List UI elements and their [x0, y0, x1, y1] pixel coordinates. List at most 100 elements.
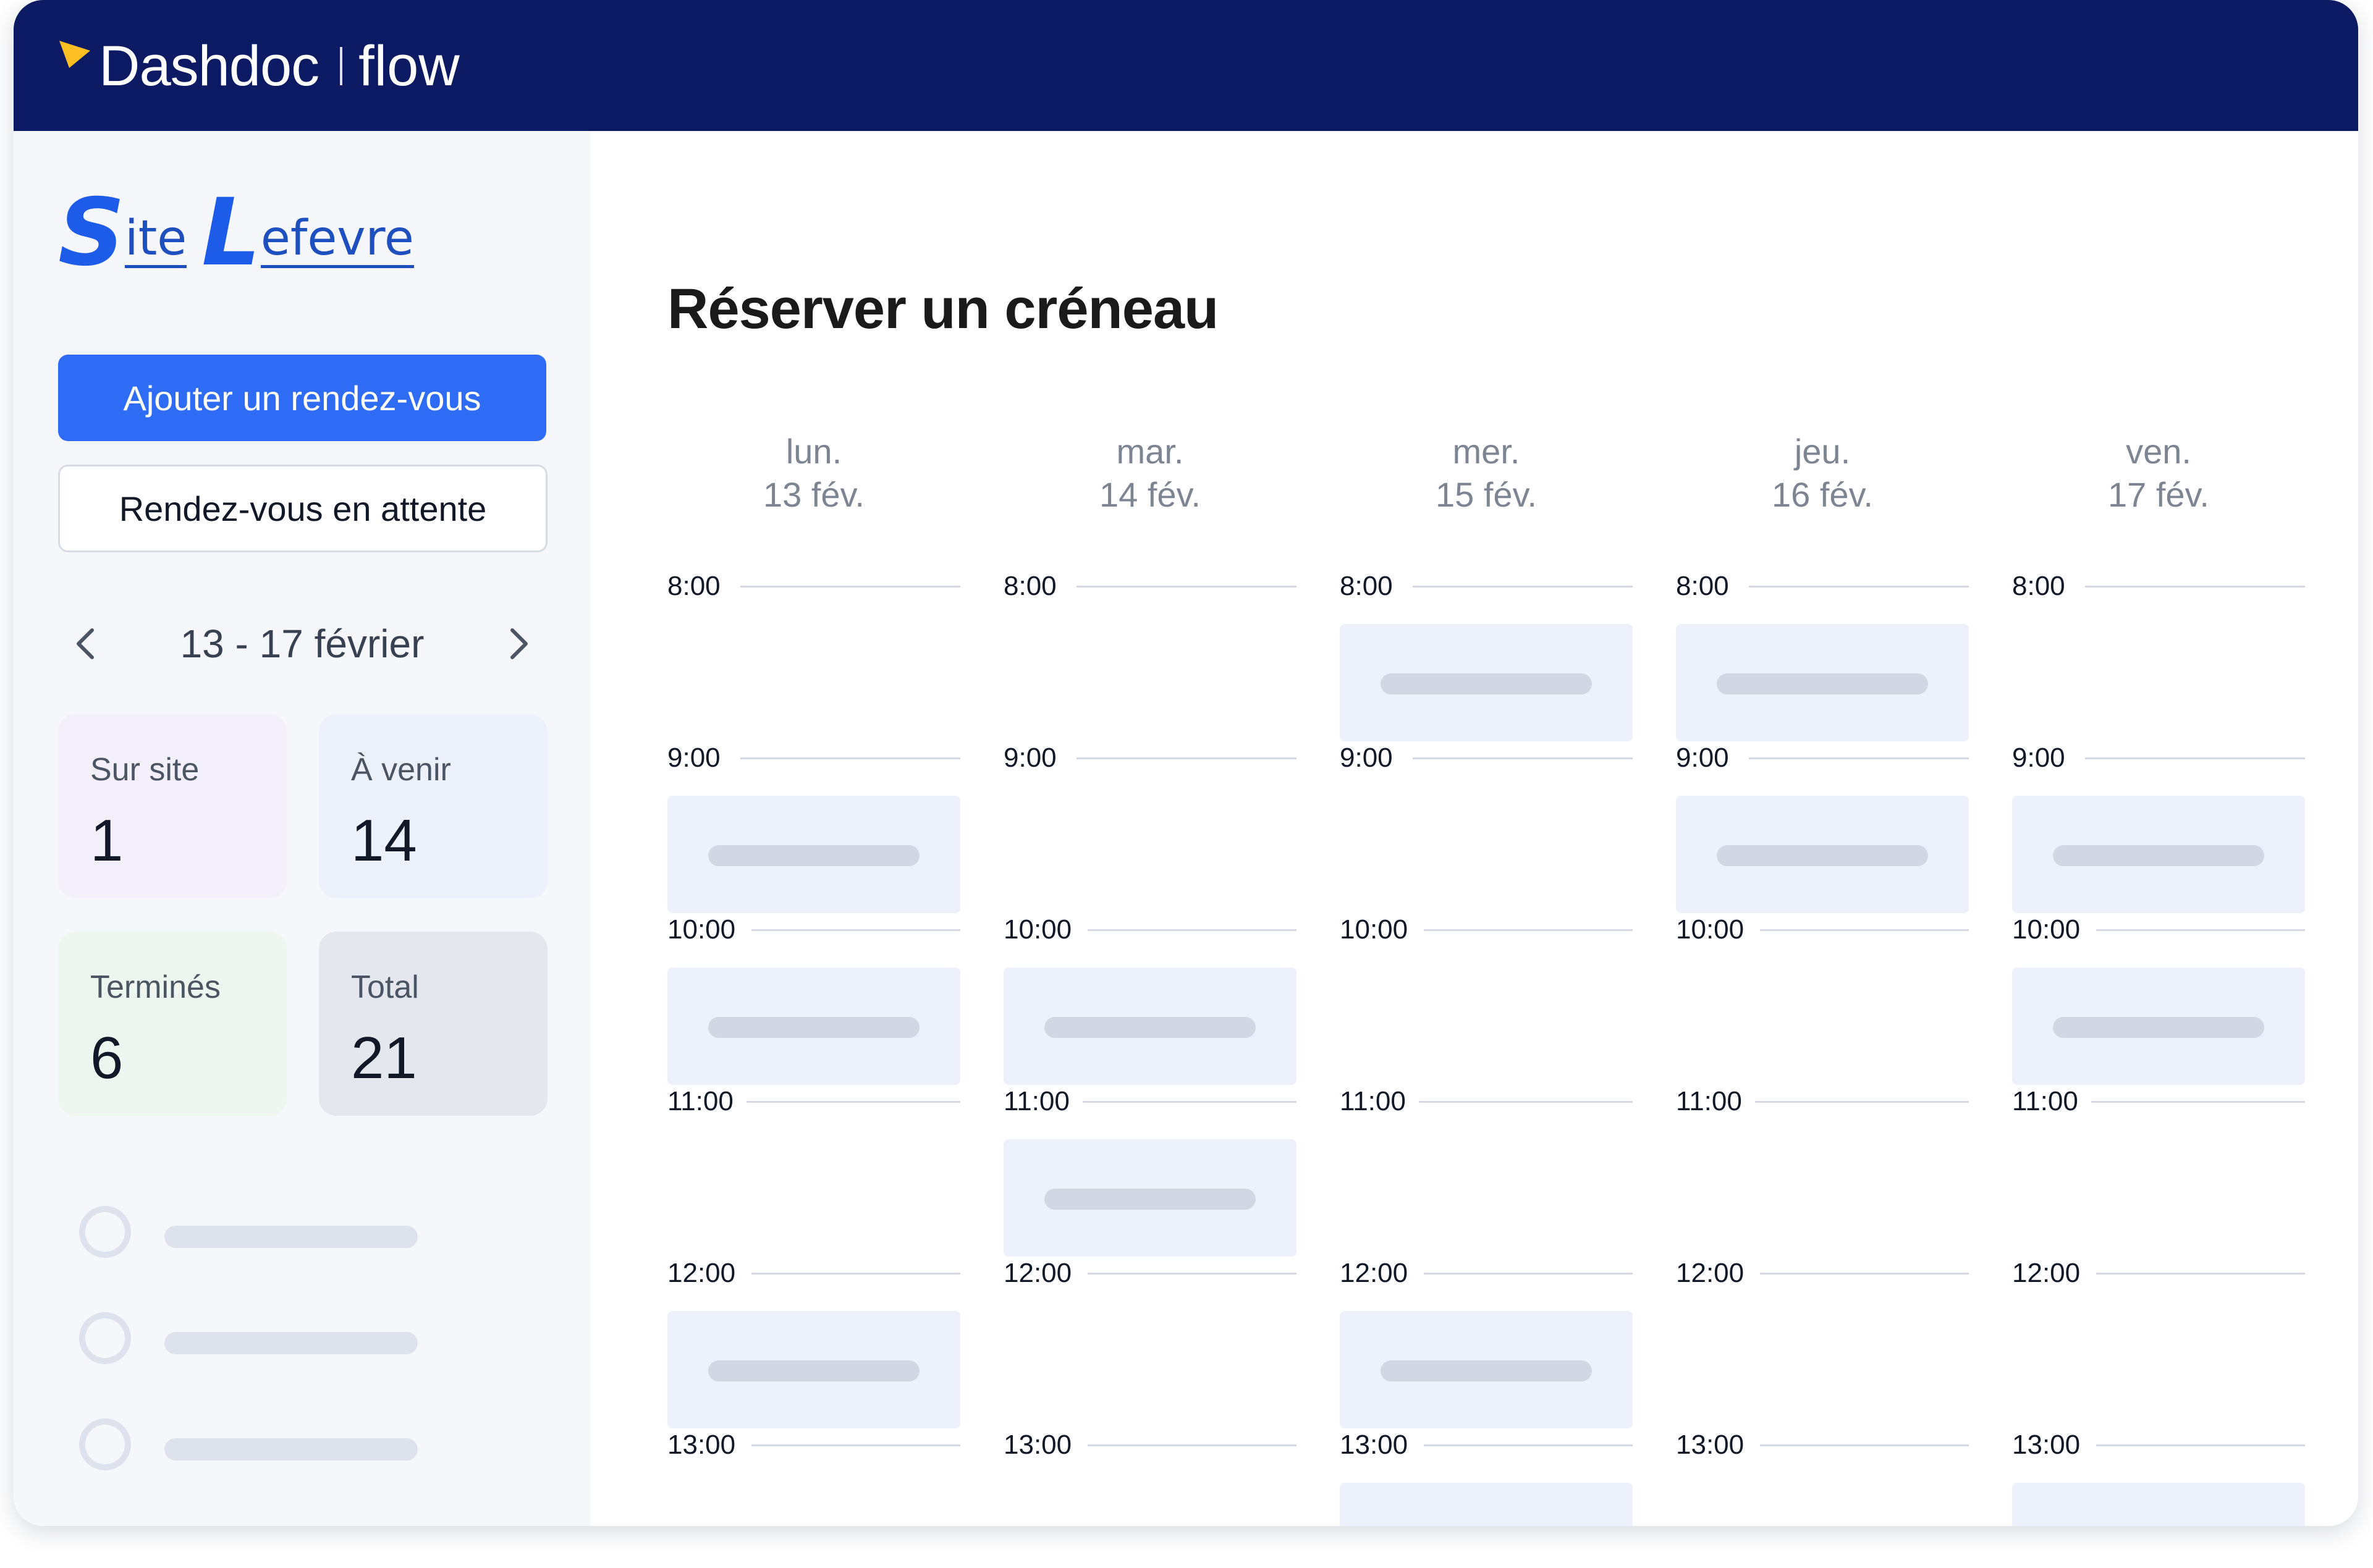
time-row: 12:00 [1676, 1254, 1969, 1291]
time-row: 8:00 [1676, 567, 1969, 604]
placeholder-avatar [79, 1418, 131, 1470]
time-label: 13:00 [1004, 1430, 1072, 1460]
day-header: ven. 17 fév. [2012, 430, 2305, 516]
slot-placeholder-bar [1044, 1189, 1256, 1210]
time-label: 12:00 [1340, 1258, 1408, 1288]
slot-placeholder-bar [2053, 845, 2264, 866]
time-label: 13:00 [2012, 1430, 2081, 1460]
day-date: 13 fév. [763, 475, 865, 514]
time-label: 10:00 [2012, 914, 2081, 945]
time-row: 12:00 [1340, 1254, 1633, 1291]
day-date: 14 fév. [1099, 475, 1201, 514]
time-row: 12:00 [2012, 1254, 2305, 1291]
day-of-week: lun. [785, 432, 842, 471]
day-header: mer. 15 fév. [1340, 430, 1633, 516]
available-slot[interactable] [667, 796, 960, 913]
day-date: 17 fév. [2108, 475, 2209, 514]
time-row: 11:00 [1676, 1082, 1969, 1119]
stat-upcoming[interactable]: À venir 14 [319, 714, 548, 898]
stat-label: Sur site [90, 752, 200, 788]
time-label: 11:00 [667, 1086, 734, 1116]
day-of-week: mer. [1452, 432, 1520, 471]
available-slot[interactable] [1340, 1483, 1633, 1526]
time-label: 10:00 [1676, 914, 1745, 945]
available-slot[interactable] [2012, 796, 2305, 913]
time-label: 10:00 [1340, 914, 1408, 945]
slot-placeholder-bar [1044, 1017, 1256, 1038]
time-label: 9:00 [1340, 743, 1393, 773]
time-label: 8:00 [1676, 571, 1729, 601]
time-label: 12:00 [2012, 1258, 2081, 1288]
time-row: 8:00 [667, 567, 960, 604]
site-logo-word-1: ite [125, 214, 187, 268]
brand-name: Dashdoc [99, 34, 319, 98]
stat-value: 14 [351, 807, 417, 874]
available-slot[interactable] [667, 1311, 960, 1428]
available-slot[interactable] [1340, 624, 1633, 741]
slot-placeholder-bar [708, 1017, 920, 1038]
time-label: 9:00 [2012, 743, 2065, 773]
available-slot[interactable] [667, 967, 960, 1085]
brand-logo[interactable]: Dashdoc flow [57, 32, 460, 100]
available-slot[interactable] [2012, 967, 2305, 1085]
site-logo-word-2: efevre [260, 214, 414, 268]
time-label: 12:00 [1676, 1258, 1745, 1288]
add-appointment-button[interactable]: Ajouter un rendez-vous [58, 355, 546, 441]
time-row: 13:00 [1340, 1426, 1633, 1463]
placeholder-list-item [79, 1312, 462, 1374]
placeholder-list-item [79, 1418, 462, 1480]
sidebar: S ite L efevre Ajouter un rendez-vous Re… [14, 131, 591, 1526]
time-row: 9:00 [1340, 739, 1633, 776]
available-slot[interactable] [1004, 1139, 1296, 1257]
time-row: 11:00 [1340, 1082, 1633, 1119]
time-row: 13:00 [667, 1426, 960, 1463]
page-title: Réserver un créneau [667, 277, 1219, 340]
time-row: 11:00 [1004, 1082, 1296, 1119]
chevron-left-icon[interactable] [58, 616, 114, 672]
slot-placeholder-bar [2053, 1017, 2264, 1038]
time-row: 10:00 [667, 911, 960, 948]
day-of-week: ven. [2126, 432, 2191, 471]
time-row: 11:00 [2012, 1082, 2305, 1119]
site-logo-initial-s: S [58, 179, 125, 287]
placeholder-text-bar [164, 1226, 418, 1248]
placeholder-list-item [79, 1206, 462, 1268]
time-label: 11:00 [1004, 1086, 1070, 1116]
available-slot[interactable] [1340, 1311, 1633, 1428]
stat-value: 6 [90, 1025, 124, 1091]
time-row: 10:00 [1004, 911, 1296, 948]
slot-placeholder-bar [708, 845, 920, 866]
slot-placeholder-bar [1717, 845, 1928, 866]
slot-placeholder-bar [1381, 673, 1592, 694]
available-slot[interactable] [1004, 967, 1296, 1085]
week-navigator: 13 - 17 février [58, 607, 546, 681]
time-label: 9:00 [1676, 743, 1729, 773]
time-row: 12:00 [667, 1254, 960, 1291]
booking-panel: Réserver un créneau lun. 13 fév. 8:00 9:… [591, 131, 2358, 1526]
time-row: 9:00 [2012, 739, 2305, 776]
day-date: 15 fév. [1436, 475, 1537, 514]
time-row: 13:00 [1676, 1426, 1969, 1463]
pending-appointments-button[interactable]: Rendez-vous en attente [58, 465, 548, 552]
time-label: 11:00 [1676, 1086, 1742, 1116]
chevron-right-icon[interactable] [491, 616, 546, 672]
available-slot[interactable] [1676, 796, 1969, 913]
slot-placeholder-bar [1717, 673, 1928, 694]
day-header: mar. 14 fév. [1004, 430, 1296, 516]
stat-total[interactable]: Total 21 [319, 932, 548, 1116]
date-range-label: 13 - 17 février [180, 622, 425, 666]
brand-divider [340, 47, 343, 85]
brand-product: flow [358, 34, 460, 98]
time-row: 8:00 [1340, 567, 1633, 604]
day-of-week: jeu. [1794, 432, 1851, 471]
available-slot[interactable] [2012, 1483, 2305, 1526]
stat-value: 1 [90, 807, 124, 874]
day-date: 16 fév. [1772, 475, 1873, 514]
time-label: 9:00 [1004, 743, 1057, 773]
stat-on-site[interactable]: Sur site 1 [58, 714, 287, 898]
time-row: 13:00 [1004, 1426, 1296, 1463]
time-row: 9:00 [667, 739, 960, 776]
available-slot[interactable] [1676, 624, 1969, 741]
time-label: 13:00 [667, 1430, 736, 1460]
stat-completed[interactable]: Terminés 6 [58, 932, 287, 1116]
